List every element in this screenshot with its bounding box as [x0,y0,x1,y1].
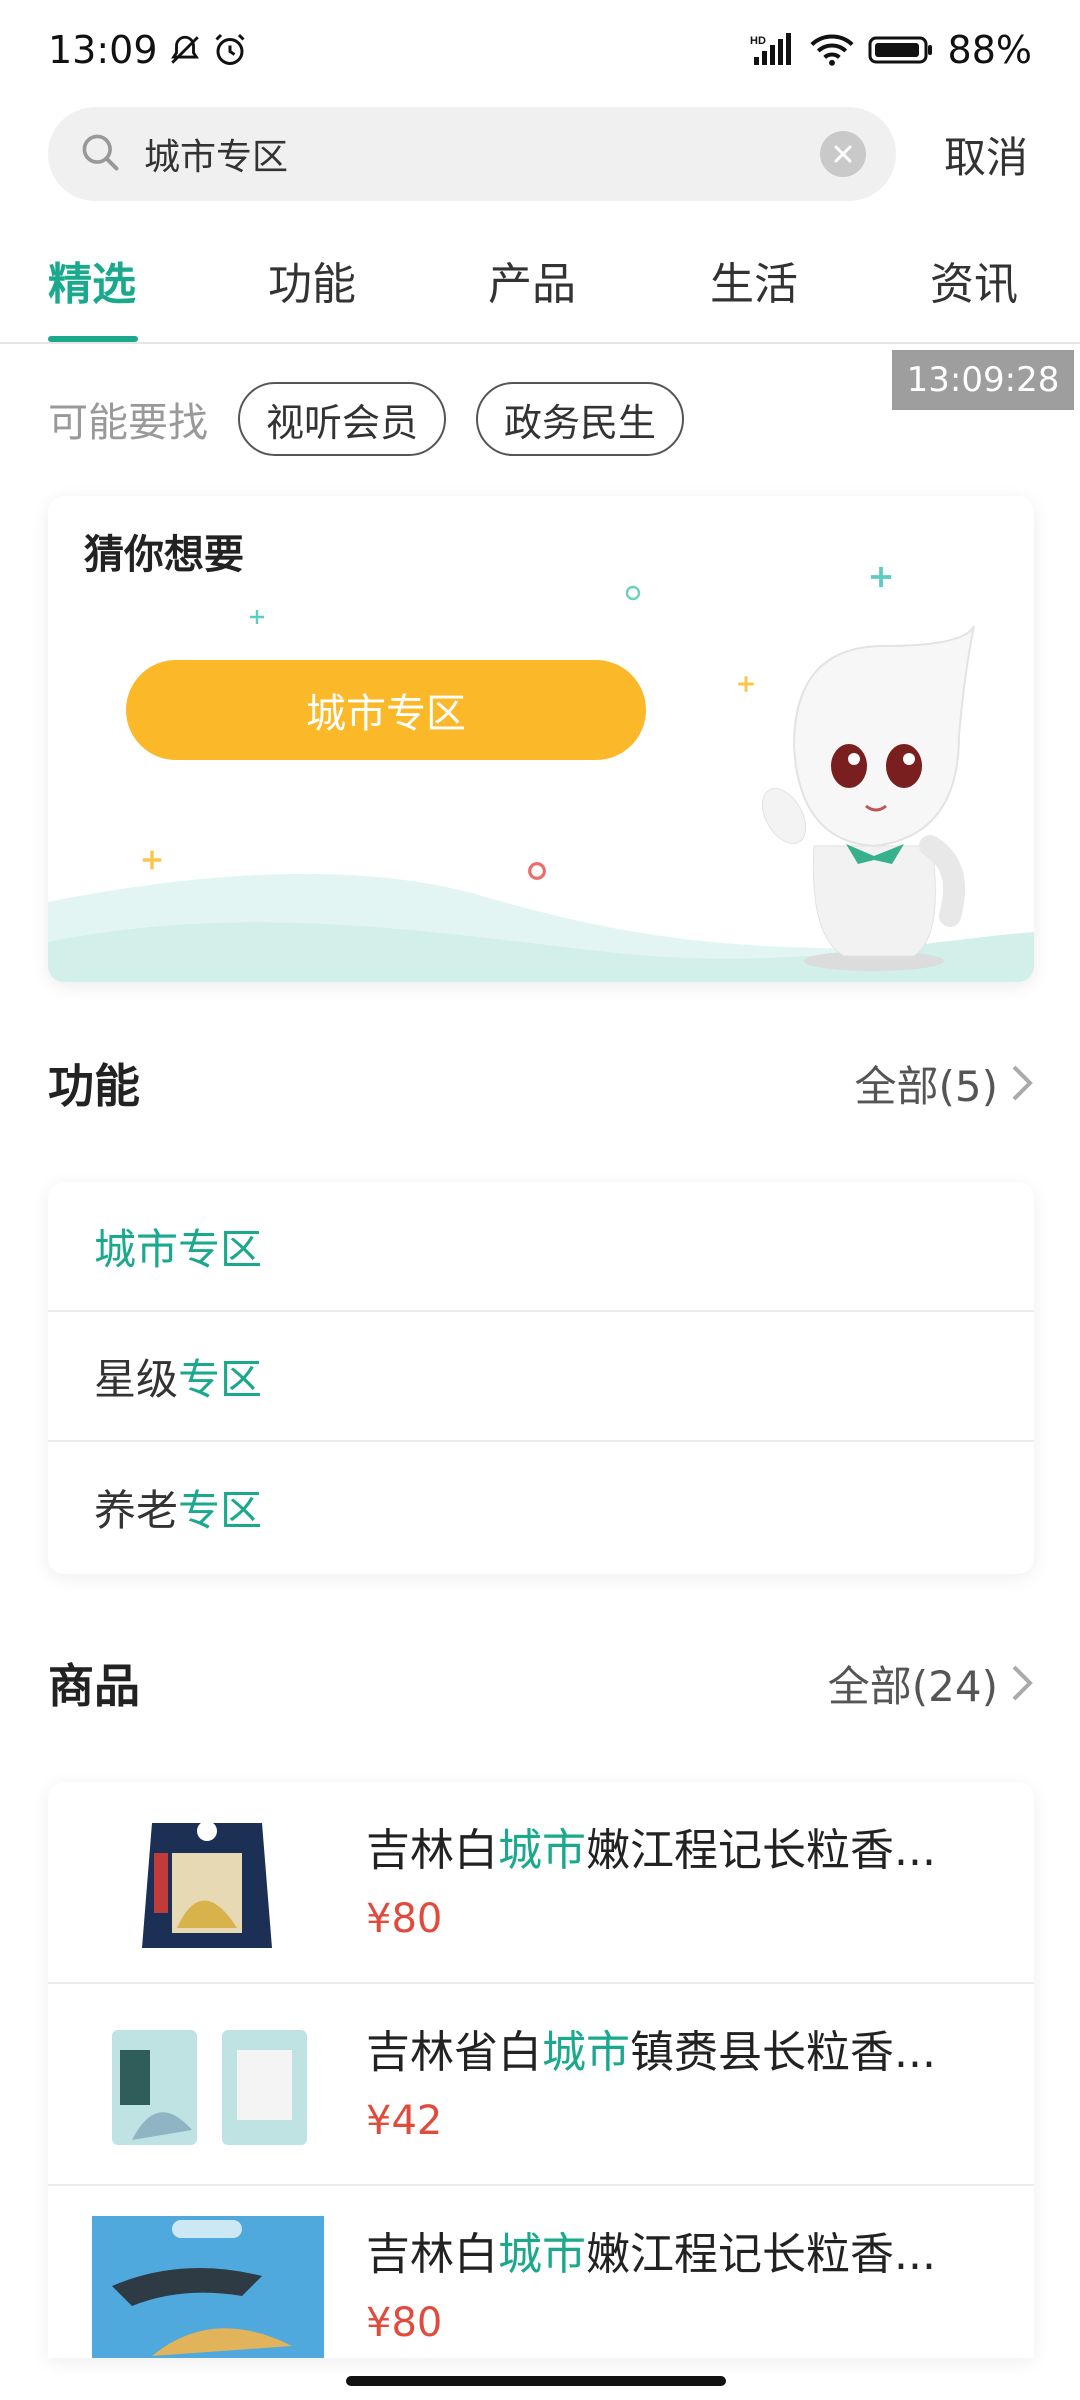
product-price: ¥80 [366,2300,443,2346]
function-item[interactable]: 城市专区 [48,1182,1034,1312]
status-right: HD 88% [750,28,1032,72]
product-thumbnail [92,1812,322,1954]
status-time: 13:09 [48,28,158,72]
tab-products[interactable]: 产品 [488,248,576,312]
sparkle-icon [248,608,266,630]
suggestion-chip[interactable]: 视听会员 [238,382,447,456]
product-name: 吉林白城市嫩江程记长粒香... [366,2229,936,2280]
guess-city-zone-button[interactable]: 城市专区 [126,660,646,760]
mascot-illustration [761,625,975,971]
product-name: 吉林白城市嫩江程记长粒香... [366,1825,936,1876]
functions-header: 功能 全部(5) [48,1050,1034,1116]
timestamp-overlay: 13:09:28 [892,350,1074,410]
status-left: 13:09 [48,28,248,72]
tab-indicator [48,336,138,342]
search-icon [78,130,122,178]
function-item-prefix: 星级 [94,1354,179,1404]
guess-card: 猜你想要 城市专区 [48,496,1034,982]
search-input[interactable]: 城市专区 [48,107,896,201]
search-row: 城市专区 取消 [48,107,1048,201]
tab-functions[interactable]: 功能 [268,248,356,312]
signal-icon: HD [750,33,796,67]
product-thumbnail [92,2014,322,2156]
guess-title: 猜你想要 [84,532,244,578]
functions-count: 全部(5) [854,1061,999,1111]
wifi-icon [809,33,854,67]
function-item-highlight: 专区 [178,1485,263,1535]
product-price: ¥80 [366,1896,443,1942]
function-item-highlight: 专区 [178,1354,263,1404]
tab-news[interactable]: 资讯 [930,248,1018,312]
products-see-all[interactable]: 全部(24) [828,1653,1034,1714]
products-list: 吉林白城市嫩江程记长粒香... ¥80 吉林省白城市镇赉县长粒香... ¥42 … [48,1782,1034,2358]
sparkle-icon [736,674,756,698]
alarm-icon [212,32,248,68]
products-header: 商品 全部(24) [48,1650,1034,1716]
product-item[interactable]: 吉林白城市嫩江程记长粒香... ¥80 [48,1782,1034,1984]
product-item[interactable]: 吉林省白城市镇赉县长粒香... ¥42 [48,1984,1034,2186]
suggestion-row: 可能要找 视听会员 政务民生 [48,382,714,456]
category-tabs: 精选 功能 产品 生活 资讯 [0,230,1080,344]
product-name: 吉林省白城市镇赉县长粒香... [366,2027,936,2078]
status-bar: 13:09 HD 88% [0,0,1080,100]
product-price: ¥42 [366,2098,443,2144]
product-item[interactable]: 吉林白城市嫩江程记长粒香... ¥80 [48,2186,1034,2358]
battery-percent: 88% [947,28,1032,72]
sparkle-icon [868,564,894,594]
functions-list: 城市专区 星级 专区 养老 专区 [48,1182,1034,1574]
ring-icon [624,584,642,606]
sparkle-icon [140,848,164,876]
function-item[interactable]: 养老 专区 [48,1442,1034,1572]
home-indicator[interactable] [346,2376,726,2386]
products-title: 商品 [48,1659,140,1713]
ring-icon [526,860,548,886]
network-label: HD [750,35,766,47]
tab-featured[interactable]: 精选 [48,248,136,312]
product-thumbnail [92,2216,324,2358]
functions-see-all[interactable]: 全部(5) [855,1053,1035,1114]
search-query: 城市专区 [144,137,289,178]
chevron-right-icon [1012,1665,1033,1701]
function-item-prefix: 养老 [94,1485,179,1535]
chevron-right-icon [1012,1065,1033,1101]
clear-icon[interactable] [820,131,866,177]
functions-title: 功能 [48,1059,140,1113]
function-item[interactable]: 星级 专区 [48,1312,1034,1442]
suggestion-chip[interactable]: 政务民生 [476,382,685,456]
tab-life[interactable]: 生活 [710,248,798,312]
suggestion-label: 可能要找 [48,400,208,446]
battery-icon [868,33,934,67]
cancel-button[interactable]: 取消 [944,124,1028,185]
function-item-highlight: 城市专区 [94,1224,263,1274]
products-count: 全部(24) [827,1661,998,1711]
bell-muted-icon [168,33,202,67]
